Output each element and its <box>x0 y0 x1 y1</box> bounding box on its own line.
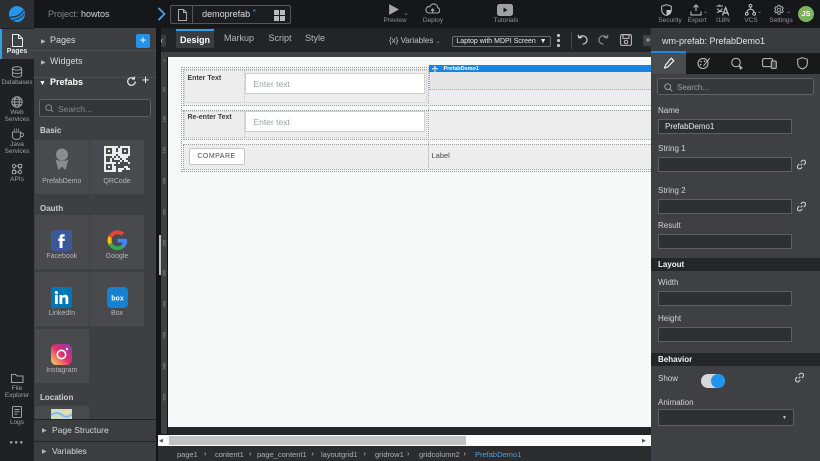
svg-text:box: box <box>111 296 124 303</box>
